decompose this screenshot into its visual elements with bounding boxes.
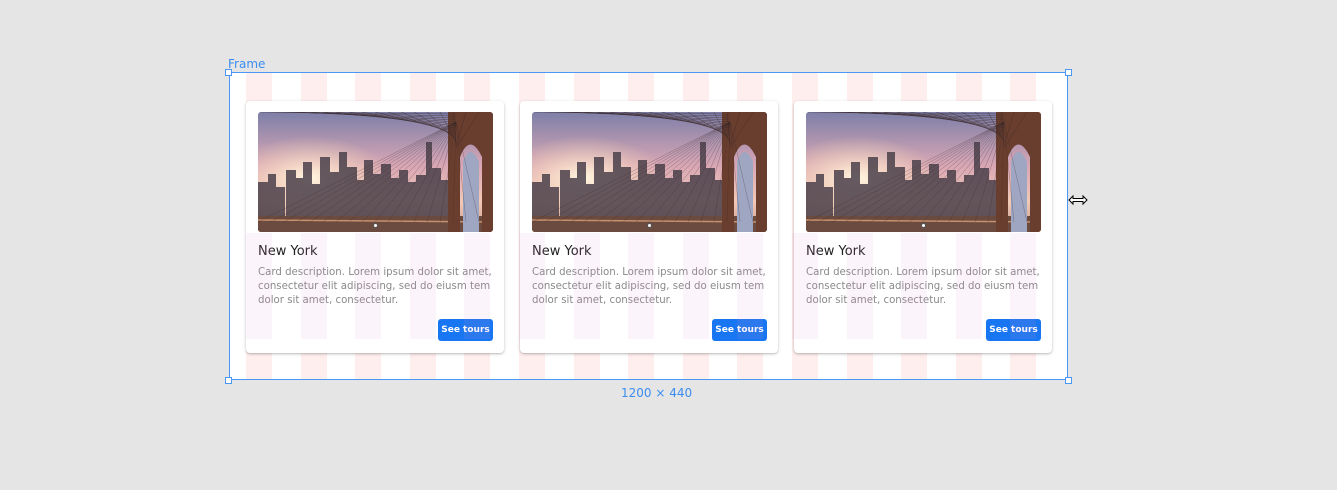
card[interactable]: New York Card description. Lorem ipsum d…	[520, 101, 778, 353]
card-image	[806, 112, 1041, 232]
bridge-photo-icon	[532, 112, 767, 232]
card[interactable]: New York Card description. Lorem ipsum d…	[246, 101, 504, 353]
card-title: New York	[806, 244, 866, 259]
resize-handle-bottom-left[interactable]	[225, 377, 232, 384]
horizontal-resize-cursor-icon	[1068, 192, 1088, 208]
bridge-photo-icon	[258, 112, 493, 232]
frame[interactable]: New York Card description. Lorem ipsum d…	[229, 72, 1068, 380]
see-tours-button[interactable]: See tours	[438, 319, 493, 341]
image-anchor-handle[interactable]	[647, 223, 652, 228]
card[interactable]: New York Card description. Lorem ipsum d…	[794, 101, 1052, 353]
bridge-photo-icon	[806, 112, 1041, 232]
image-anchor-handle[interactable]	[921, 223, 926, 228]
frame-dimensions-label: 1200 × 440	[621, 386, 693, 400]
image-anchor-handle[interactable]	[373, 223, 378, 228]
resize-handle-top-left[interactable]	[225, 69, 232, 76]
card-description: Card description. Lorem ipsum dolor sit …	[806, 267, 1040, 306]
card-image	[258, 112, 493, 232]
frame-label[interactable]: Frame	[228, 57, 265, 71]
card-content: New York Card description. Lorem ipsum d…	[520, 101, 778, 353]
resize-handle-bottom-right[interactable]	[1065, 377, 1072, 384]
card-title: New York	[532, 244, 592, 259]
card-description: Card description. Lorem ipsum dolor sit …	[532, 267, 766, 306]
card-title: New York	[258, 244, 318, 259]
card-content: New York Card description. Lorem ipsum d…	[246, 101, 504, 353]
see-tours-button[interactable]: See tours	[986, 319, 1041, 341]
card-content: New York Card description. Lorem ipsum d…	[794, 101, 1052, 353]
see-tours-button[interactable]: See tours	[712, 319, 767, 341]
card-description: Card description. Lorem ipsum dolor sit …	[258, 267, 492, 306]
card-image	[532, 112, 767, 232]
resize-handle-top-right[interactable]	[1065, 69, 1072, 76]
